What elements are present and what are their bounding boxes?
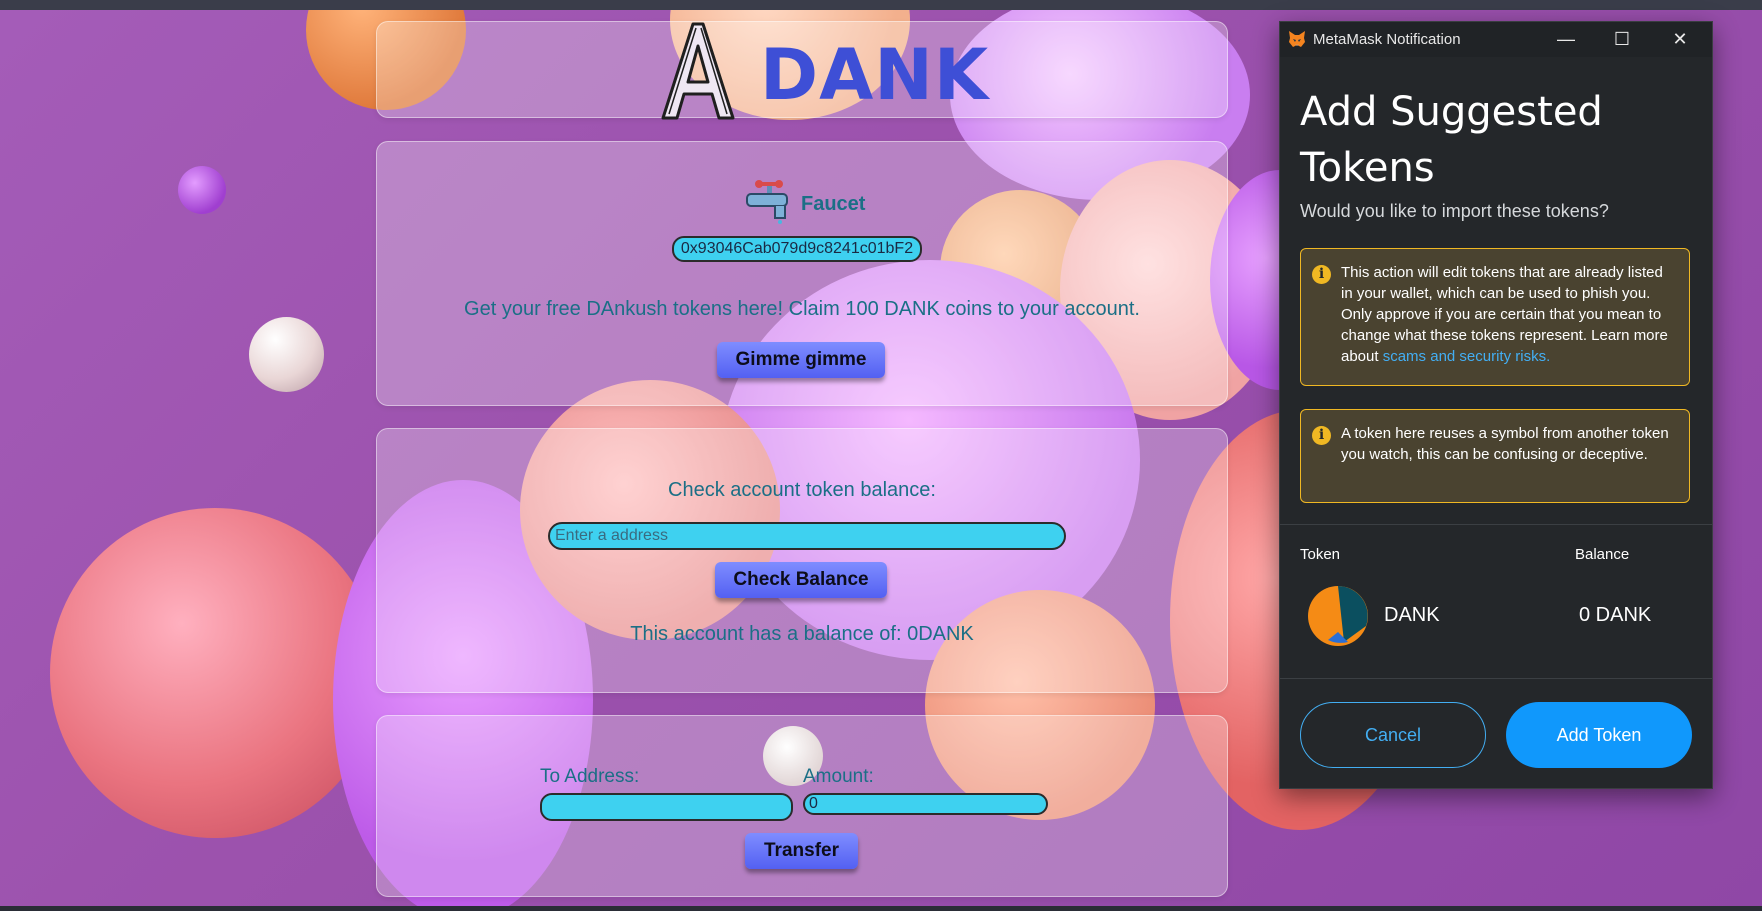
bubble-red-large <box>50 508 380 838</box>
check-balance-label: Check account token balance: <box>668 479 936 501</box>
scams-security-link[interactable]: scams and security risks. <box>1383 348 1551 365</box>
faucet-promo-text: Get your free DAnkush tokens here! Claim… <box>464 298 1140 320</box>
token-name: DANK <box>1384 604 1440 626</box>
minimize-icon[interactable]: — <box>1538 22 1594 57</box>
balance-column-header: Balance <box>1575 546 1630 563</box>
browser-bottom-bar <box>0 906 1762 911</box>
token-column-header: Token <box>1300 546 1341 563</box>
bubble-white <box>249 317 324 392</box>
faucet-icon <box>746 180 788 224</box>
close-icon[interactable]: ✕ <box>1652 22 1708 57</box>
divider <box>1280 524 1712 525</box>
amount-label: Amount: <box>803 766 874 787</box>
faucet-title: Faucet <box>801 193 866 215</box>
check-balance-button[interactable]: Check Balance <box>715 562 887 598</box>
add-tokens-subtitle: Would you like to import these tokens? <box>1300 201 1609 221</box>
logo-text: DANK <box>760 34 990 116</box>
balance-card: Check account token balance: Check Balan… <box>376 428 1228 693</box>
faucet-card: Faucet 0x93046Cab079d9c8241c01bF2 Get yo… <box>376 141 1228 406</box>
metamask-titlebar[interactable]: MetaMask Notification — ☐ ✕ <box>1280 22 1712 57</box>
add-token-button[interactable]: Add Token <box>1506 702 1692 768</box>
metamask-window: MetaMask Notification — ☐ ✕ Add Suggeste… <box>1279 21 1713 789</box>
transfer-button[interactable]: Transfer <box>745 833 858 869</box>
faucet-address[interactable]: 0x93046Cab079d9c8241c01bF2 <box>672 236 922 262</box>
to-address-label: To Address: <box>540 766 640 787</box>
divider <box>1280 678 1712 679</box>
add-tokens-heading: Add Suggested Tokens <box>1300 89 1603 191</box>
bubble-purple-small <box>178 166 226 214</box>
header-card: DANK <box>376 21 1228 120</box>
info-icon: i <box>1312 426 1331 445</box>
gimme-button[interactable]: Gimme gimme <box>717 342 885 378</box>
info-icon: i <box>1312 265 1331 284</box>
transfer-card: To Address: Amount: Transfer <box>376 715 1228 897</box>
browser-top-bar <box>0 0 1762 10</box>
edit-tokens-warning: i This action will edit tokens that are … <box>1300 248 1690 386</box>
cancel-button[interactable]: Cancel <box>1300 702 1486 768</box>
balance-result-text: This account has a balance of: 0DANK <box>630 623 974 645</box>
to-address-input[interactable] <box>540 793 793 821</box>
token-balance: 0 DANK <box>1579 604 1652 626</box>
amount-input[interactable] <box>803 793 1048 815</box>
symbol-reuse-warning: i A token here reuses a symbol from anot… <box>1300 409 1690 503</box>
metamask-window-title: MetaMask Notification <box>1313 31 1461 48</box>
metamask-fox-icon <box>1289 31 1305 47</box>
maximize-icon[interactable]: ☐ <box>1594 22 1650 57</box>
token-avatar-icon <box>1308 586 1368 646</box>
logo-a-icon <box>661 22 735 120</box>
balance-address-input[interactable] <box>548 522 1066 550</box>
symbol-reuse-warning-text: A token here reuses a symbol from anothe… <box>1341 425 1669 463</box>
